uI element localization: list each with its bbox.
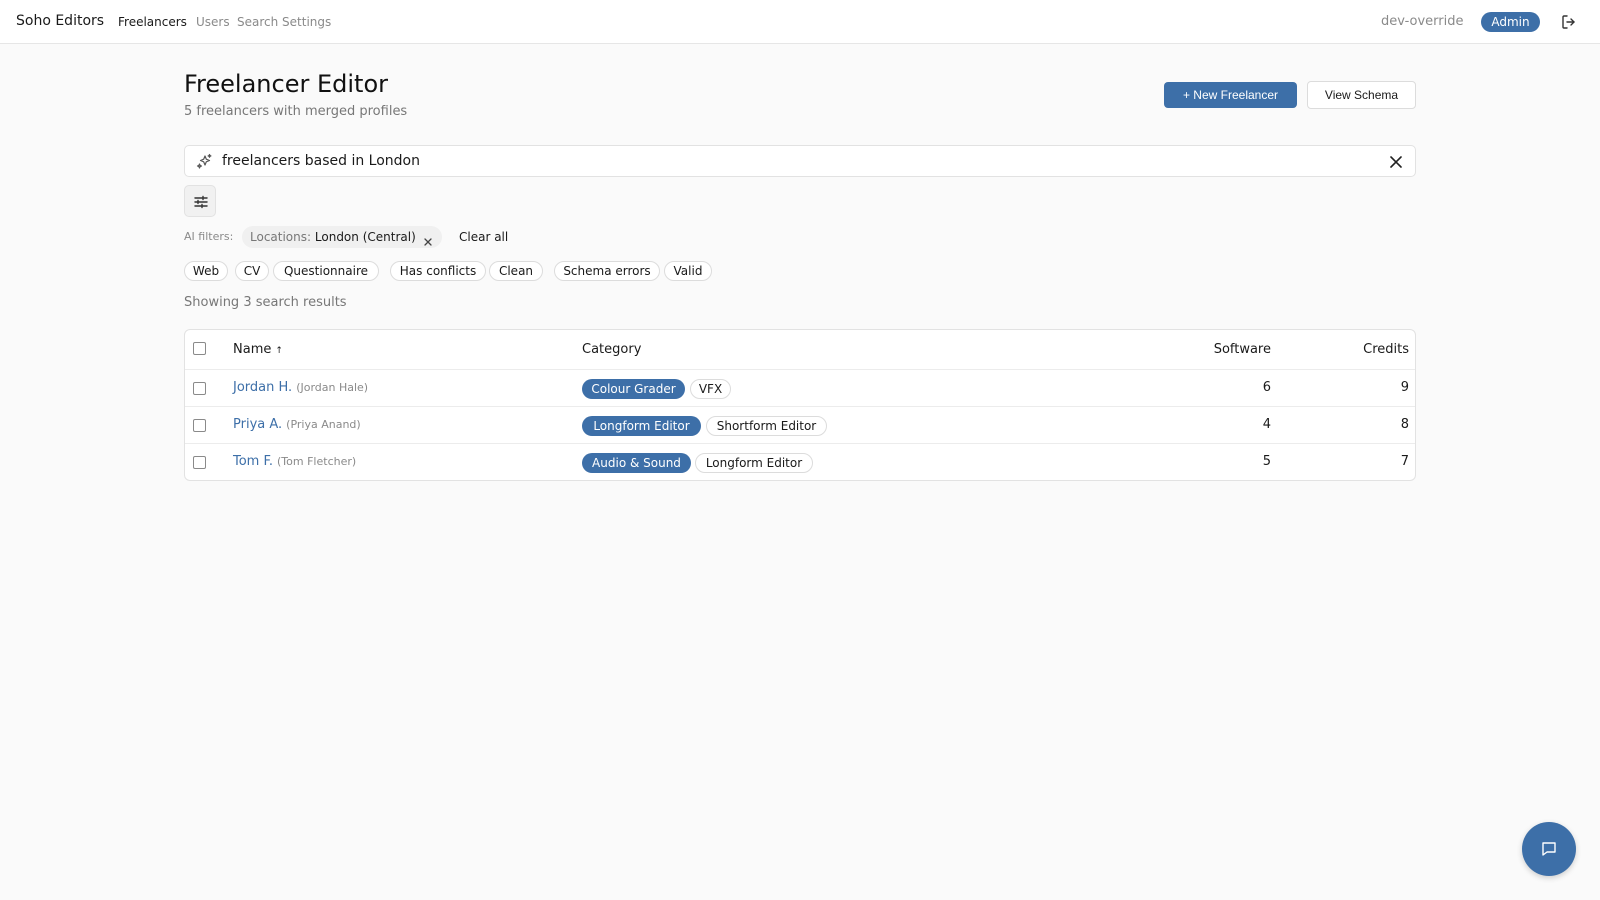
top-navbar: Soho Editors Freelancers Users Search Se… — [0, 0, 1600, 44]
ai-filter-key: Locations: — [250, 230, 312, 244]
quick-filter-schema-errors[interactable]: Schema errors — [554, 261, 660, 281]
nav-link-search-settings[interactable]: Search Settings — [237, 15, 331, 29]
ai-filters-label: AI filters: — [184, 230, 234, 243]
page-title: Freelancer Editor — [184, 70, 388, 98]
software-count: 4 — [1262, 417, 1271, 432]
freelancer-full-name: (Tom Fletcher) — [277, 455, 357, 468]
ai-filter-chip: Locations: London (Central) — [242, 226, 442, 248]
close-icon[interactable] — [1389, 154, 1403, 168]
new-freelancer-button[interactable]: + New Freelancer — [1164, 82, 1297, 108]
freelancer-short-name[interactable]: Jordan H. — [233, 380, 292, 395]
filter-toggle-button[interactable] — [184, 185, 216, 217]
page-subtitle: 5 freelancers with merged profiles — [184, 104, 408, 119]
sparkle-icon — [196, 153, 213, 170]
table-row: Tom F. (Tom Fletcher) Audio & Sound Longf… — [185, 444, 1415, 480]
column-header-software[interactable]: Software — [1214, 342, 1271, 357]
chat-button[interactable] — [1522, 822, 1576, 876]
quick-filter-questionnaire[interactable]: Questionnaire — [273, 261, 379, 281]
freelancer-name-link[interactable]: Jordan H. (Jordan Hale) — [233, 380, 368, 395]
credits-count: 9 — [1400, 380, 1409, 395]
freelancer-name-link[interactable]: Tom F. (Tom Fletcher) — [233, 454, 356, 469]
remove-filter-icon[interactable] — [423, 232, 433, 246]
row-checkbox[interactable] — [193, 419, 206, 432]
category-tag: VFX — [690, 379, 731, 399]
quick-filter-cv[interactable]: CV — [235, 261, 269, 281]
quick-filter-web[interactable]: Web — [184, 261, 228, 281]
freelancer-full-name: (Priya Anand) — [286, 418, 361, 431]
quick-filter-valid[interactable]: Valid — [664, 261, 712, 281]
ai-filter-value: London (Central) — [314, 230, 416, 244]
sort-arrow-icon: ↑ — [275, 346, 283, 356]
chat-icon — [1542, 842, 1556, 856]
search-box[interactable] — [184, 145, 1416, 177]
freelancer-short-name[interactable]: Tom F. — [233, 454, 273, 469]
quick-filter-has-conflicts[interactable]: Has conflicts — [390, 261, 486, 281]
category-tag-primary: Audio & Sound — [582, 453, 691, 473]
table-row: Priya A. (Priya Anand) Longform Editor Sh… — [185, 407, 1415, 444]
results-count: Showing 3 search results — [184, 295, 347, 310]
environment-label: dev-override — [1381, 14, 1464, 29]
freelancer-short-name[interactable]: Priya A. — [233, 417, 282, 432]
software-count: 5 — [1262, 454, 1271, 469]
column-header-category[interactable]: Category — [582, 342, 641, 357]
quick-filter-clean[interactable]: Clean — [489, 261, 543, 281]
table-row: Jordan H. (Jordan Hale) Colour Grader VFX… — [185, 370, 1415, 407]
table-header-row: Name ↑ Category Software Credits — [185, 330, 1415, 370]
credits-count: 8 — [1400, 417, 1409, 432]
nav-link-users[interactable]: Users — [196, 15, 230, 29]
freelancer-table: Name ↑ Category Software Credits Jordan H… — [184, 329, 1416, 481]
credits-count: 7 — [1400, 454, 1409, 469]
category-tag-primary: Colour Grader — [582, 379, 685, 399]
row-checkbox[interactable] — [193, 456, 206, 469]
column-header-name[interactable]: Name ↑ — [233, 342, 283, 357]
select-all-checkbox[interactable] — [193, 342, 206, 355]
logout-icon[interactable] — [1560, 13, 1578, 31]
clear-all-filters-button[interactable]: Clear all — [459, 230, 508, 244]
row-checkbox[interactable] — [193, 382, 206, 395]
brand-logo[interactable]: Soho Editors — [16, 13, 104, 29]
category-tag: Shortform Editor — [706, 416, 827, 436]
freelancer-full-name: (Jordan Hale) — [296, 381, 369, 394]
view-schema-button[interactable]: View Schema — [1307, 81, 1416, 109]
column-header-name-label: Name — [233, 342, 272, 357]
sliders-icon — [194, 195, 208, 209]
search-input[interactable] — [222, 153, 1322, 169]
nav-link-freelancers[interactable]: Freelancers — [118, 15, 187, 29]
category-tag-primary: Longform Editor — [582, 416, 701, 436]
category-tag: Longform Editor — [695, 453, 813, 473]
freelancer-name-link[interactable]: Priya A. (Priya Anand) — [233, 417, 361, 432]
column-header-credits[interactable]: Credits — [1363, 342, 1409, 357]
role-badge: Admin — [1481, 12, 1540, 32]
software-count: 6 — [1262, 380, 1271, 395]
